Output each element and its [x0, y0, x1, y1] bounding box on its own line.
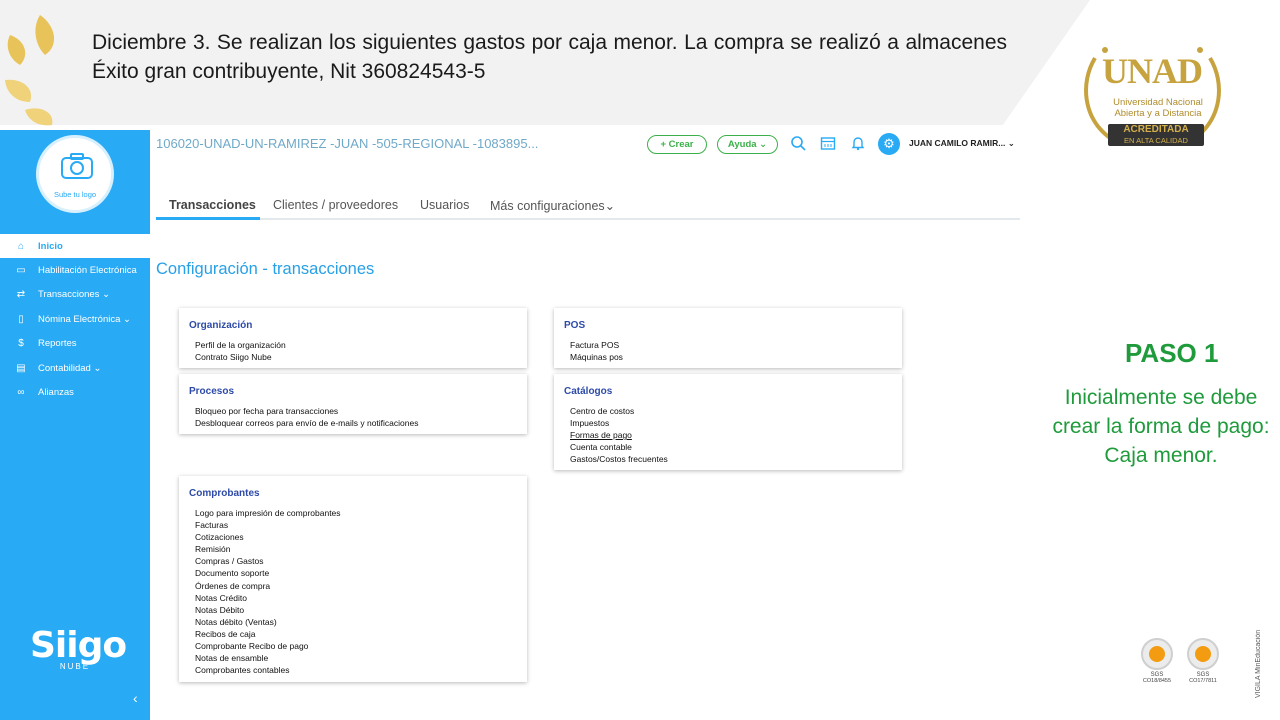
- gear-icon[interactable]: ⚙: [878, 133, 900, 155]
- sidebar-item-reportes[interactable]: $ Reportes: [0, 332, 150, 356]
- card-link[interactable]: Gastos/Costos frecuentes: [564, 453, 892, 465]
- sgs-seal-icon: [1187, 638, 1219, 670]
- help-button[interactable]: Ayuda ⌄: [717, 135, 778, 154]
- tab-clientes-proveedores[interactable]: Clientes / proveedores: [273, 198, 398, 212]
- sidebar-item-transacciones[interactable]: ⇄ Transacciones ⌄: [0, 283, 150, 307]
- card-pos: POS Factura POS Máquinas pos: [554, 308, 902, 368]
- search-icon[interactable]: [788, 135, 808, 155]
- slide-title: Diciembre 3. Se realizan los siguientes …: [92, 31, 1007, 83]
- sidebar-item-inicio[interactable]: ⌂ Inicio: [0, 234, 150, 259]
- card-link[interactable]: Perfil de la organización: [189, 339, 517, 351]
- active-tab-indicator: [156, 217, 260, 220]
- tab-transacciones[interactable]: Transacciones: [169, 198, 256, 212]
- card-link[interactable]: Factura POS: [564, 339, 892, 351]
- sidebar: Sube tu logo ⌂ Inicio ▭ Habilitación Ele…: [0, 130, 150, 720]
- card-link[interactable]: Desbloquear correos para envío de e-mail…: [189, 417, 517, 429]
- sgs-seal-icon: [1141, 638, 1173, 670]
- calendar-icon[interactable]: [818, 135, 838, 155]
- laurel-leaves-decoration: [5, 15, 55, 126]
- card-link[interactable]: Bloqueo por fecha para transacciones: [189, 405, 517, 417]
- step-title: PASO 1: [1125, 338, 1219, 368]
- card-link[interactable]: Logo para impresión de comprobantes: [189, 507, 517, 519]
- card-link[interactable]: Documento soporte: [189, 567, 517, 579]
- card-comprobantes: Comprobantes Logo para impresión de comp…: [179, 476, 527, 682]
- card-link[interactable]: Compras / Gastos: [189, 555, 517, 567]
- card-link[interactable]: Centro de costos: [564, 405, 892, 417]
- link-icon: ∞: [17, 387, 25, 399]
- card-link[interactable]: Remisión: [189, 543, 517, 555]
- step-description: Inicialmente se debe crear la forma de p…: [1052, 386, 1270, 467]
- badge-main: ACREDITADA: [1123, 124, 1189, 135]
- screen-icon: ▭: [16, 265, 26, 277]
- card-link[interactable]: Cotizaciones: [189, 531, 517, 543]
- camera-icon: [61, 153, 93, 179]
- bell-icon[interactable]: [848, 135, 868, 155]
- card-link[interactable]: Recibos de caja: [189, 628, 517, 640]
- card-procesos: Procesos Bloqueo por fecha para transacc…: [179, 374, 527, 434]
- card-catalogos: Catálogos Centro de costos Impuestos For…: [554, 374, 902, 470]
- sidebar-nav: ⌂ Inicio ▭ Habilitación Electrónica ⇄ Tr…: [0, 234, 150, 405]
- collapse-sidebar-icon[interactable]: ‹: [133, 690, 138, 706]
- card-link[interactable]: Notas Crédito: [189, 592, 517, 604]
- user-menu[interactable]: JUAN CAMILO RAMIR... ⌄: [909, 138, 1015, 149]
- exchange-icon: ⇄: [16, 289, 26, 301]
- sidebar-item-nomina[interactable]: ▯ Nómina Electrónica ⌄: [0, 307, 150, 331]
- card-link[interactable]: Facturas: [189, 519, 517, 531]
- card-link[interactable]: Impuestos: [564, 417, 892, 429]
- upload-logo-button[interactable]: Sube tu logo: [36, 135, 114, 213]
- unad-subtitle: Universidad Nacional Abierta y a Distanc…: [1113, 97, 1203, 119]
- organization-title: 106020-UNAD-UN-RAMIREZ -JUAN -505-REGION…: [156, 136, 539, 151]
- tab-mas-configuraciones[interactable]: Más configuraciones⌄: [490, 198, 615, 213]
- sidebar-item-alianzas[interactable]: ∞ Alianzas: [0, 380, 150, 404]
- tab-usuarios[interactable]: Usuarios: [420, 198, 469, 212]
- card-link[interactable]: Notas débito (Ventas): [189, 616, 517, 628]
- config-tabs: Transacciones Clientes / proveedores Usu…: [156, 192, 1020, 220]
- card-link[interactable]: Cuenta contable: [564, 441, 892, 453]
- home-icon: ⌂: [17, 240, 25, 252]
- document-icon: ▯: [18, 313, 24, 325]
- card-link[interactable]: Comprobante Recibo de pago: [189, 640, 517, 652]
- formas-de-pago-link[interactable]: Formas de pago: [564, 429, 892, 441]
- topbar: 106020-UNAD-UN-RAMIREZ -JUAN -505-REGION…: [150, 130, 1035, 162]
- badge-sub: EN ALTA CALIDAD: [1124, 136, 1188, 145]
- sidebar-item-contabilidad[interactable]: ▤ Contabilidad ⌄: [0, 356, 150, 380]
- sgs-badge: SGS CO18/8455: [1137, 638, 1177, 686]
- card-link[interactable]: Comprobantes contables: [189, 664, 517, 676]
- siigo-app-screenshot: Sube tu logo ⌂ Inicio ▭ Habilitación Ele…: [0, 130, 1035, 720]
- accreditation-badge: ACREDITADA EN ALTA CALIDAD: [1108, 124, 1204, 146]
- siigo-logo: Siigo NUBE: [30, 625, 127, 671]
- sidebar-item-habilitacion[interactable]: ▭ Habilitación Electrónica: [0, 258, 150, 282]
- ledger-icon: ▤: [16, 362, 26, 374]
- page-title: Configuración - transacciones: [156, 260, 375, 278]
- upload-logo-label: Sube tu logo: [53, 190, 97, 199]
- mineducacion-note: VIGILA MinEducación: [1255, 629, 1262, 698]
- sgs-badge: SGS CO17/7811: [1183, 638, 1223, 686]
- unad-brand: UNAD: [1102, 51, 1203, 91]
- card-link[interactable]: Máquinas pos: [564, 351, 892, 363]
- card-link[interactable]: Contrato Siigo Nube: [189, 351, 517, 363]
- card-link[interactable]: Notas Débito: [189, 604, 517, 616]
- dollar-icon: $: [18, 338, 24, 350]
- card-organizacion: Organización Perfil de la organización C…: [179, 308, 527, 368]
- create-button[interactable]: + Crear: [647, 135, 707, 154]
- card-link[interactable]: Órdenes de compra: [189, 580, 517, 592]
- card-link[interactable]: Notas de ensamble: [189, 652, 517, 664]
